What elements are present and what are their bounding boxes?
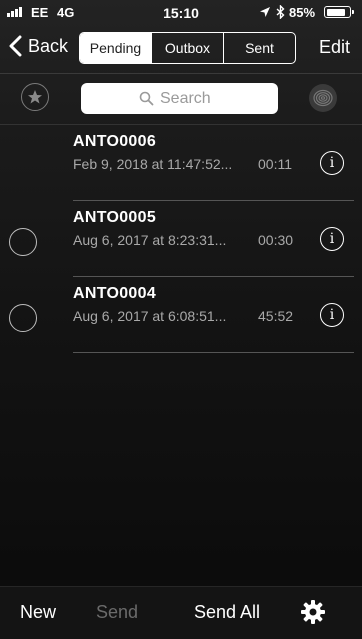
bottom-toolbar: New Send Send All bbox=[0, 586, 362, 639]
send-all-button[interactable]: Send All bbox=[194, 602, 260, 623]
back-label: Back bbox=[28, 35, 69, 56]
battery-percent: 85% bbox=[289, 5, 316, 20]
star-icon bbox=[28, 90, 42, 104]
navigation-bar: Back Pending Outbox Sent Edit bbox=[0, 24, 362, 72]
recording-duration: 00:11 bbox=[258, 156, 292, 172]
info-icon[interactable]: i bbox=[320, 303, 344, 327]
recording-date: Feb 9, 2018 at 11:47:52... bbox=[73, 156, 233, 172]
recording-name: ANTO0005 bbox=[73, 209, 157, 226]
mailbox-segmented-control: Pending Outbox Sent bbox=[79, 32, 296, 64]
send-button[interactable]: Send bbox=[96, 602, 138, 623]
bluetooth-icon bbox=[276, 5, 285, 19]
location-arrow-icon bbox=[260, 7, 270, 17]
select-circle[interactable] bbox=[9, 228, 37, 256]
recording-date: Aug 6, 2017 at 8:23:31... bbox=[73, 232, 227, 248]
search-icon bbox=[139, 91, 154, 106]
list-item[interactable]: ANTO0004 Aug 6, 2017 at 6:08:51... 45:52… bbox=[0, 277, 362, 353]
recording-date: Aug 6, 2017 at 6:08:51... bbox=[73, 308, 227, 324]
recording-name: ANTO0006 bbox=[73, 133, 157, 150]
list-item[interactable]: ANTO0005 Aug 6, 2017 at 8:23:31... 00:30… bbox=[0, 201, 362, 277]
info-icon[interactable]: i bbox=[320, 227, 344, 251]
info-icon[interactable]: i bbox=[320, 151, 344, 175]
status-bar: EE 4G 15:10 85% bbox=[0, 0, 362, 24]
segment-pending[interactable]: Pending bbox=[80, 33, 151, 63]
new-button[interactable]: New bbox=[20, 602, 56, 623]
back-button[interactable]: Back bbox=[8, 35, 68, 57]
recording-duration: 00:30 bbox=[258, 232, 294, 248]
segment-outbox[interactable]: Outbox bbox=[151, 33, 223, 63]
recording-list: ANTO0006 Feb 9, 2018 at 11:47:52... 00:1… bbox=[0, 125, 362, 353]
recording-name: ANTO0004 bbox=[73, 285, 157, 302]
segment-sent[interactable]: Sent bbox=[223, 33, 295, 63]
divider bbox=[0, 73, 362, 74]
chevron-left-icon bbox=[9, 35, 22, 57]
fingerprint-icon bbox=[313, 89, 333, 107]
favorites-button[interactable] bbox=[21, 83, 49, 111]
gear-icon[interactable] bbox=[300, 599, 326, 625]
search-input[interactable] bbox=[160, 89, 220, 108]
edit-button[interactable]: Edit bbox=[319, 37, 350, 58]
recording-duration: 45:52 bbox=[258, 308, 294, 324]
search-field[interactable] bbox=[81, 83, 278, 114]
row-separator bbox=[73, 352, 354, 353]
select-circle[interactable] bbox=[9, 304, 37, 332]
list-item[interactable]: ANTO0006 Feb 9, 2018 at 11:47:52... 00:1… bbox=[0, 125, 362, 201]
app-screen: EE 4G 15:10 85% Back Pending Outbox Sent… bbox=[0, 0, 362, 639]
fingerprint-button[interactable] bbox=[309, 84, 337, 112]
battery-icon bbox=[324, 6, 354, 18]
